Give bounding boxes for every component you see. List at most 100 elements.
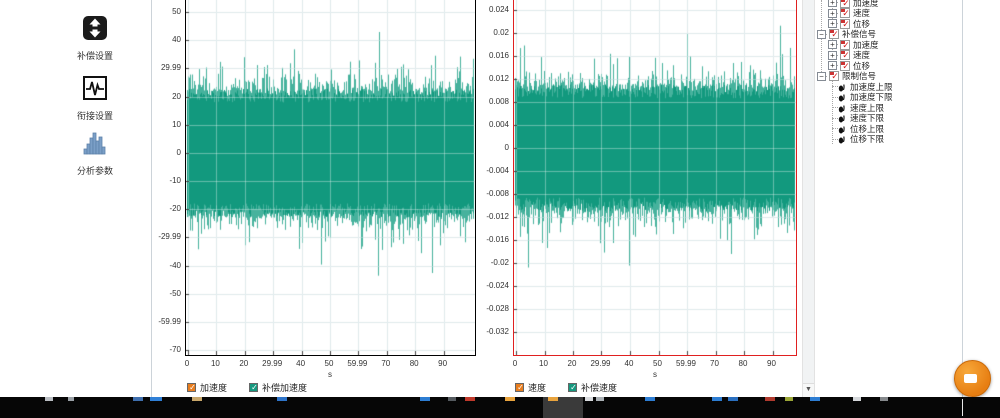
y-tick-label: 0.016: [469, 52, 509, 60]
y-tick-label: 50: [141, 8, 181, 16]
legend-item[interactable]: 加速度: [187, 381, 227, 394]
y-tick-label: 0.004: [469, 121, 509, 129]
y-tick-label: -10: [141, 177, 181, 185]
taskbar-icon[interactable]: [765, 397, 775, 401]
expand-icon[interactable]: +: [828, 0, 837, 7]
x-tick-label: 90: [425, 359, 461, 368]
taskbar-icon[interactable]: [505, 397, 515, 401]
analysis-params-button[interactable]: 分析参数: [55, 130, 135, 177]
velocity-chart-plot[interactable]: [513, 0, 797, 356]
expand-icon[interactable]: +: [828, 40, 837, 49]
tree-item-位移下限[interactable]: 位移下限: [838, 134, 884, 145]
taskbar-icon[interactable]: [585, 397, 593, 401]
expand-icon[interactable]: +: [828, 51, 837, 60]
signal-icon: [838, 113, 847, 123]
red-check-icon[interactable]: [829, 71, 839, 81]
taskbar-icon[interactable]: [596, 397, 604, 401]
signal-tree-panel: +加速度+速度+位移−补偿信号+加速度+速度+位移−限制信号加速度上限加速度下限…: [815, 0, 962, 397]
legend-checkbox-icon[interactable]: [187, 383, 196, 392]
y-tick-label: -70: [141, 346, 181, 354]
y-tick-label: -0.024: [469, 282, 509, 290]
signal-icon: [838, 103, 847, 113]
taskbar-icon[interactable]: [133, 397, 143, 401]
y-tick-label: 29.99: [141, 64, 181, 72]
compensation-settings-button[interactable]: 补偿设置: [55, 15, 135, 62]
y-tick-label: 0: [141, 149, 181, 157]
legend-item[interactable]: 补偿加速度: [249, 381, 307, 394]
y-tick-label: -0.016: [469, 236, 509, 244]
histogram-icon: [82, 130, 108, 161]
taskbar-icon[interactable]: [810, 397, 820, 401]
legend-item[interactable]: 速度: [515, 381, 546, 394]
taskbar-icon[interactable]: [853, 397, 861, 401]
taskbar-icon[interactable]: [448, 397, 456, 401]
y-tick-label: 20: [141, 93, 181, 101]
red-check-icon[interactable]: [840, 61, 850, 71]
red-check-icon[interactable]: [840, 40, 850, 50]
taskbar-icon[interactable]: [277, 397, 287, 401]
chart-legend: 速度 补偿速度: [515, 381, 617, 393]
x-axis-title: s: [645, 370, 665, 379]
velocity-waveform: [514, 0, 796, 355]
y-tick-label: -20: [141, 205, 181, 213]
taskbar-icon[interactable]: [68, 397, 74, 401]
left-toolbar: 补偿设置 衔接设置: [0, 0, 151, 397]
taskbar-icon[interactable]: [728, 397, 738, 401]
collapse-icon[interactable]: −: [817, 30, 826, 39]
y-tick-label: 0.008: [469, 98, 509, 106]
chart-legend: 加速度 补偿加速度: [187, 381, 307, 393]
right-empty-panel: [963, 0, 1000, 397]
legend-label: 补偿加速度: [262, 381, 307, 394]
taskbar-icon[interactable]: [192, 397, 202, 401]
taskbar-icon[interactable]: [785, 397, 793, 401]
x-axis-title: s: [320, 370, 340, 379]
taskbar-icon[interactable]: [150, 397, 162, 401]
taskbar-icon[interactable]: [548, 397, 558, 401]
tool-label: 补偿设置: [55, 49, 135, 62]
expand-icon[interactable]: +: [828, 61, 837, 70]
red-check-icon[interactable]: [840, 50, 850, 60]
taskbar-icon[interactable]: [712, 397, 722, 401]
expand-icon[interactable]: +: [828, 9, 837, 18]
y-tick-label: -40: [141, 262, 181, 270]
vertical-scrollbar[interactable]: ▼: [802, 0, 815, 397]
red-check-icon[interactable]: [840, 19, 850, 29]
scroll-down-button[interactable]: ▼: [803, 383, 814, 397]
taskbar-icon[interactable]: [465, 397, 475, 401]
y-tick-label: -0.012: [469, 213, 509, 221]
floating-assistant-button[interactable]: [954, 360, 991, 397]
legend-checkbox-icon[interactable]: [249, 383, 258, 392]
link-settings-button[interactable]: 衔接设置: [55, 75, 135, 122]
legend-item[interactable]: 补偿速度: [568, 381, 617, 394]
legend-checkbox-icon[interactable]: [568, 383, 577, 392]
y-tick-label: -0.032: [469, 328, 509, 336]
windows-taskbar[interactable]: [0, 397, 1000, 418]
assistant-icon: [964, 374, 977, 383]
red-check-icon[interactable]: [829, 29, 839, 39]
signal-icon: [838, 124, 847, 134]
legend-label: 加速度: [200, 381, 227, 394]
sidebar-divider: [151, 0, 152, 397]
up-down-arrows-icon: [82, 15, 108, 46]
legend-checkbox-icon[interactable]: [515, 383, 524, 392]
acceleration-chart-plot[interactable]: [185, 0, 476, 356]
taskbar-icon[interactable]: [45, 397, 53, 401]
y-tick-label: 0.024: [469, 6, 509, 14]
y-tick-label: -0.02: [469, 259, 509, 267]
red-check-icon[interactable]: [840, 0, 850, 8]
y-tick-label: -0.004: [469, 167, 509, 175]
red-check-icon[interactable]: [840, 8, 850, 18]
taskbar-divider: [962, 399, 963, 416]
taskbar-icon[interactable]: [645, 397, 655, 401]
x-tick-label: 90: [754, 359, 790, 368]
y-tick-label: -0.008: [469, 190, 509, 198]
tree-item-label: 位移下限: [850, 133, 884, 145]
tool-label: 分析参数: [55, 164, 135, 177]
signal-icon: [838, 134, 847, 144]
taskbar-icon[interactable]: [880, 397, 888, 401]
y-tick-label: -59.99: [141, 318, 181, 326]
expand-icon[interactable]: +: [828, 19, 837, 28]
y-tick-label: -29.99: [141, 233, 181, 241]
collapse-icon[interactable]: −: [817, 72, 826, 81]
taskbar-icon[interactable]: [420, 397, 430, 401]
